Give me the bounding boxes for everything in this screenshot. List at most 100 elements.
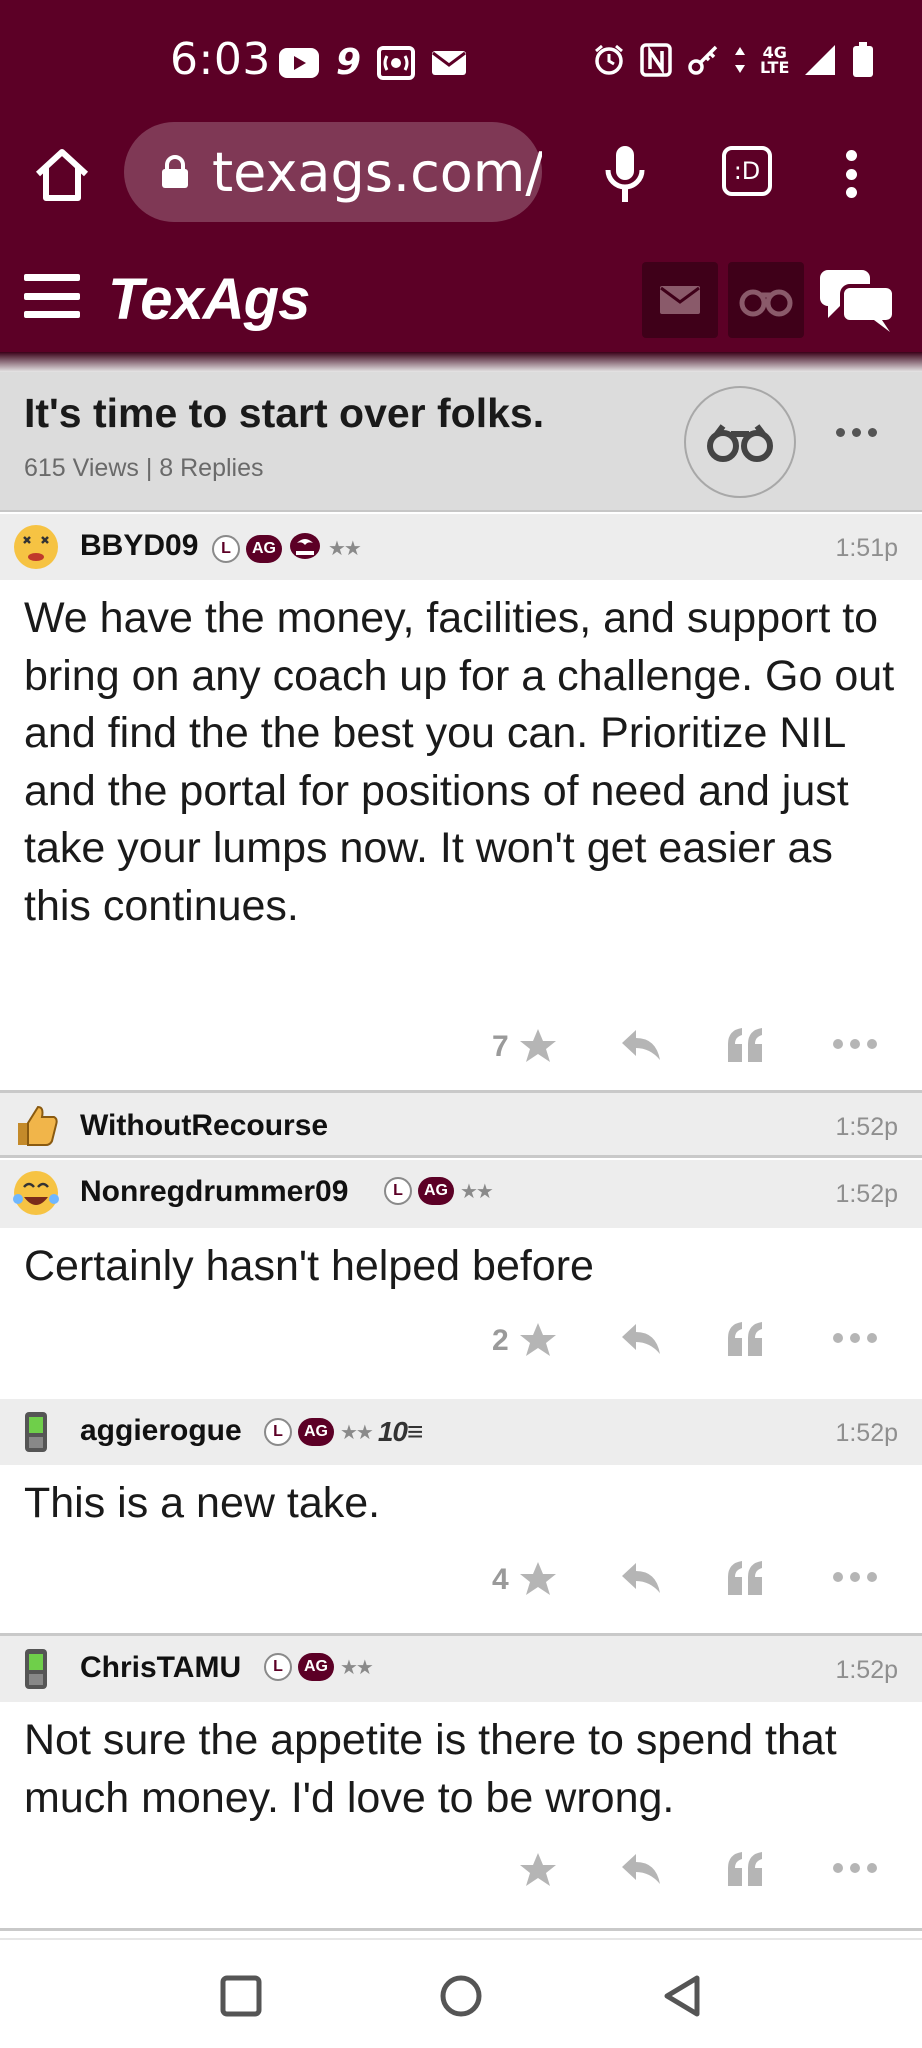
reply-button[interactable] <box>620 1852 662 1886</box>
watch-thread-button[interactable] <box>684 386 796 498</box>
more-dots-icon <box>833 1572 877 1582</box>
hamburger-line <box>24 292 80 300</box>
binoculars-icon <box>739 289 793 317</box>
nfc-icon <box>640 43 672 77</box>
status-icons-left: 9 <box>278 42 467 83</box>
username[interactable]: BBYD09 <box>80 529 198 563</box>
post-body: Not sure the appetite is there to spend … <box>24 1716 837 1822</box>
avatar[interactable] <box>12 1408 60 1456</box>
youtube-icon <box>278 47 320 79</box>
star-icon <box>520 1029 556 1062</box>
username[interactable]: aggierogue <box>80 1414 242 1448</box>
post-body: We have the money, facilities, and suppo… <box>24 594 895 930</box>
badge-stars: ★★ <box>340 1421 374 1444</box>
badge-ag: AG <box>298 1653 334 1681</box>
avatar[interactable] <box>12 1101 60 1149</box>
hamburger-menu-button[interactable] <box>24 274 80 318</box>
badge-stars: ★★ <box>328 538 362 560</box>
status-bar: 6:03 9 4G LTE <box>0 0 922 120</box>
recent-apps-button[interactable] <box>217 1972 265 2020</box>
network-type-label: 4G LTE <box>760 43 790 77</box>
post-time: 1:52p <box>835 1180 898 1208</box>
post-body: Certainly hasn't helped before <box>24 1242 594 1290</box>
site-logo[interactable]: TexAgs <box>108 266 310 333</box>
messages-button[interactable] <box>642 262 718 338</box>
post-header: BBYD09 L AG ★★ 1:51p <box>0 514 922 580</box>
avatar[interactable] <box>12 1169 60 1217</box>
post-time: 1:52p <box>835 1113 898 1141</box>
post-actions <box>0 1844 922 1928</box>
star-button[interactable] <box>518 1559 558 1599</box>
envelope-icon <box>660 286 700 314</box>
post: ChrisTAMU L AG ★★ 1:52p Not sure the app… <box>0 1636 922 1931</box>
reply-button[interactable] <box>620 1561 662 1595</box>
badge-ag: AG <box>298 1418 334 1446</box>
username[interactable]: ChrisTAMU <box>80 1651 241 1685</box>
star-button[interactable] <box>518 1026 558 1066</box>
url-bar[interactable]: texags.com/ <box>124 122 542 222</box>
post: aggierogue L AG ★★ 10≡ 1:52p This is a n… <box>0 1399 922 1636</box>
browser-menu-button[interactable] <box>836 142 866 206</box>
reply-button[interactable] <box>620 1028 662 1062</box>
site-header: TexAgs <box>0 244 922 352</box>
post-actions: 4 <box>0 1553 922 1633</box>
badge-l: L <box>212 534 240 563</box>
username[interactable]: Nonregdrummer09 <box>80 1175 348 1209</box>
reply-icon <box>622 1563 660 1593</box>
star-icon <box>520 1562 556 1595</box>
quote-icon <box>728 1322 762 1356</box>
hamburger-line <box>24 311 80 318</box>
badge-l: L <box>384 1177 412 1205</box>
browser-chrome: 6:03 9 4G LTE texags.com/:D TexAgs <box>0 0 922 352</box>
home-icon <box>35 149 89 201</box>
post-header: Nonregdrummer09 L AG ★★ 1:52p <box>0 1160 922 1228</box>
alarm-icon <box>592 43 626 77</box>
circle-icon <box>440 1975 482 2017</box>
post-more-button[interactable] <box>832 1038 878 1050</box>
quote-button[interactable] <box>726 1850 766 1886</box>
user-badges: L AG ★★ <box>384 1177 494 1205</box>
chat-button[interactable] <box>818 266 898 336</box>
badge-ag: AG <box>418 1177 454 1205</box>
menu-dot <box>845 150 857 161</box>
reply-button[interactable] <box>620 1322 662 1356</box>
star-button[interactable] <box>518 1320 558 1360</box>
badge-l: L <box>264 1418 292 1446</box>
thread-more-button[interactable] <box>836 428 877 437</box>
post-time: 1:52p <box>835 1419 898 1447</box>
post-more-button[interactable] <box>832 1332 878 1344</box>
back-button[interactable] <box>659 1972 707 2020</box>
lock-icon <box>160 155 190 189</box>
quote-button[interactable] <box>726 1559 766 1595</box>
user-badges: L AG ★★ <box>212 531 362 566</box>
reply-icon <box>622 1324 660 1354</box>
badge-stars: ★★ <box>340 1656 374 1679</box>
username[interactable]: WithoutRecourse <box>80 1109 328 1143</box>
post-more-button[interactable] <box>832 1862 878 1874</box>
avatar[interactable] <box>12 1645 60 1693</box>
quote-icon <box>728 1852 762 1886</box>
more-dots-icon <box>833 1863 877 1873</box>
quote-button[interactable] <box>726 1026 766 1062</box>
more-dots-icon <box>833 1039 877 1049</box>
post-more-button[interactable] <box>832 1571 878 1583</box>
post-header: aggierogue L AG ★★ 10≡ 1:52p <box>0 1399 922 1465</box>
avatar[interactable] <box>12 523 60 571</box>
reply-icon <box>622 1854 660 1884</box>
voice-search-button[interactable] <box>602 142 648 206</box>
address-bar-row: texags.com/ :D <box>0 120 922 224</box>
watchlist-button[interactable] <box>728 262 804 338</box>
laughing-face-icon <box>13 1171 59 1215</box>
broadcast-icon <box>377 45 416 80</box>
home-button[interactable] <box>30 142 94 206</box>
star-icon <box>520 1853 556 1886</box>
badge-ag: AG <box>246 534 282 563</box>
back-triangle-icon <box>664 1975 700 2017</box>
quote-button[interactable] <box>726 1320 766 1356</box>
url-text: texags.com/ <box>212 140 542 204</box>
badge-stars: ★★ <box>460 1180 494 1203</box>
home-nav-button[interactable] <box>437 1972 485 2020</box>
tab-switcher-button[interactable]: :D <box>722 146 772 196</box>
menu-dot <box>845 168 857 180</box>
star-button[interactable] <box>518 1850 558 1890</box>
